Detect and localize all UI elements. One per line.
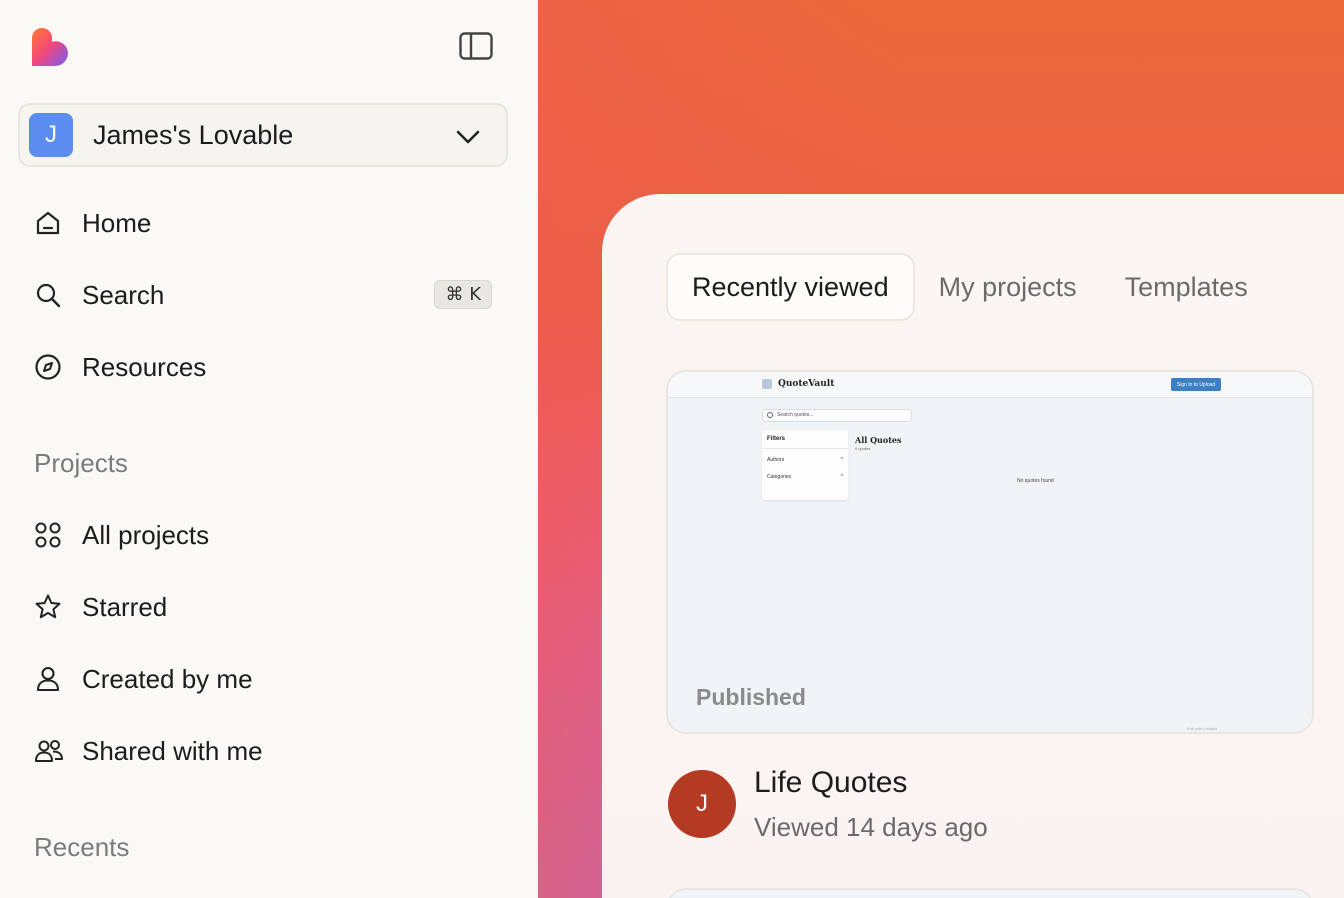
nav-shared-with-me-label: Shared with me [82, 735, 263, 766]
project-card[interactable]: QuoteVault Sign In to Upload Search quot… [666, 370, 1314, 734]
project-viewed-time: Viewed 14 days ago [754, 812, 988, 842]
nav-search[interactable]: Search ⌘ K [26, 267, 506, 323]
user-icon [26, 665, 74, 693]
nav-all-projects-label: All projects [82, 519, 210, 550]
thumbnail-brand: QuoteVault [778, 379, 835, 389]
thumbnail-search-icon [767, 412, 773, 418]
compass-icon [26, 353, 74, 381]
thumbnail-search-placeholder: Search quotes... [777, 412, 814, 418]
home-icon [26, 209, 74, 237]
tab-recently-viewed[interactable]: Recently viewed [666, 253, 915, 321]
thumbnail-logo-icon [762, 379, 772, 389]
thumbnail-header: QuoteVault Sign In to Upload [668, 372, 1312, 398]
sidebar-panel-icon [459, 32, 493, 60]
sidebar: J James's Lovable Home Search ⌘ K Resour… [0, 0, 538, 898]
thumbnail-filter-authors-label: Authors [767, 457, 785, 463]
nav-resources[interactable]: Resources [26, 339, 506, 395]
chevron-up-icon: ^ [840, 457, 843, 463]
tab-my-projects[interactable]: My projects [915, 253, 1101, 321]
thumbnail-filters-divider [762, 448, 848, 449]
nav-created-by-me-label: Created by me [82, 663, 253, 694]
recents-section-label: Recents [34, 832, 130, 862]
nav-search-label: Search [82, 279, 165, 310]
nav-starred-label: Starred [82, 591, 168, 622]
search-shortcut-badge: ⌘ K [434, 280, 492, 309]
published-badge: Published [696, 684, 806, 710]
thumbnail-sign-in-button: Sign In to Upload [1171, 378, 1221, 391]
chevron-up-icon: ^ [840, 474, 843, 480]
thumbnail-empty-state: No quotes found [1017, 478, 1054, 484]
thumbnail-filter-categories: Categories ^ [767, 474, 843, 480]
thumbnail-heading: All Quotes [855, 435, 902, 445]
grid-icon [26, 521, 74, 549]
workspace-avatar: J [29, 113, 73, 157]
workspace-name: James's Lovable [93, 119, 294, 150]
project-owner-avatar: J [668, 770, 736, 838]
thumbnail-filters-panel: Filters Authors ^ Categories ^ [762, 430, 848, 500]
sidebar-toggle-button[interactable] [456, 30, 496, 62]
nav-shared-with-me[interactable]: Shared with me [26, 723, 506, 779]
thumbnail-filters-title: Filters [767, 436, 786, 442]
star-icon [26, 593, 74, 621]
thumbnail-filter-authors: Authors ^ [767, 457, 843, 463]
project-title[interactable]: Life Quotes [754, 766, 907, 800]
tab-templates[interactable]: Templates [1101, 253, 1272, 321]
workspace-selector[interactable]: J James's Lovable [18, 103, 508, 167]
search-icon [26, 281, 74, 309]
nav-starred[interactable]: Starred [26, 579, 506, 635]
nav-resources-label: Resources [82, 351, 207, 382]
thumbnail-count: 0 quotes [855, 446, 871, 451]
chevron-down-icon [456, 130, 480, 144]
project-tabs: Recently viewed My projects Templates [666, 253, 1272, 321]
nav-created-by-me[interactable]: Created by me [26, 651, 506, 707]
nav-all-projects[interactable]: All projects [26, 507, 506, 563]
projects-section-label: Projects [34, 448, 128, 478]
next-project-card[interactable] [666, 888, 1314, 898]
lovable-logo-icon[interactable] [30, 28, 70, 68]
nav-home[interactable]: Home [26, 195, 506, 251]
thumbnail-search-input: Search quotes... [762, 409, 912, 422]
thumbnail-filter-categories-label: Categories [767, 474, 792, 480]
nav-home-label: Home [82, 207, 152, 238]
users-icon [26, 737, 74, 765]
thumbnail-footer: Edit with Lovable [1187, 726, 1218, 731]
